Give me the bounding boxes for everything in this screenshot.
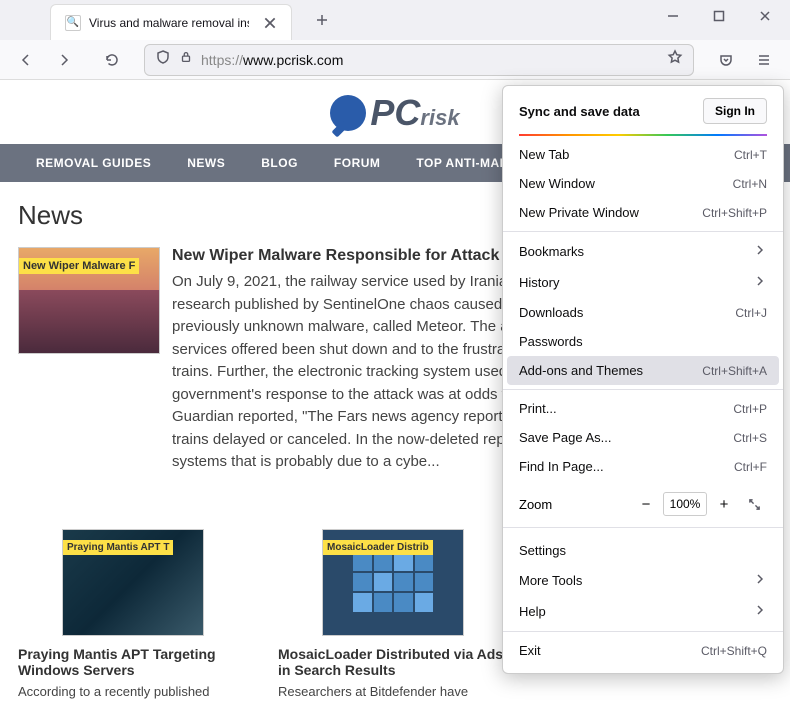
menu-item-shortcut: Ctrl+Shift+P <box>702 206 767 220</box>
menu-item-downloads[interactable]: Downloads Ctrl+J <box>503 298 783 327</box>
toolbar: https://www.pcrisk.com <box>0 40 790 80</box>
browser-tab[interactable]: 🔍 Virus and malware removal inst <box>50 4 292 40</box>
menu-item-shortcut: Ctrl+J <box>735 306 767 320</box>
lock-icon[interactable] <box>179 50 193 69</box>
menu-item-shortcut: Ctrl+Shift+A <box>702 364 767 378</box>
menu-separator <box>503 631 783 632</box>
minimize-button[interactable] <box>650 0 696 32</box>
menu-item-label: Print... <box>519 401 557 416</box>
zoom-out-button[interactable]: − <box>633 491 659 517</box>
close-tab-icon[interactable] <box>263 16 277 30</box>
menu-item-shortcut: Ctrl+Shift+Q <box>701 644 767 658</box>
chevron-right-icon <box>753 603 767 620</box>
logo-icon <box>330 95 366 131</box>
window-controls <box>650 0 790 40</box>
menu-item-new-tab[interactable]: New Tab Ctrl+T <box>503 140 783 169</box>
menu-group: Settings More Tools Help Exit Ctrl+Shift+Q <box>503 532 783 669</box>
menu-group: New Tab Ctrl+T New Window Ctrl+N New Private… <box>503 136 783 485</box>
nav-removal-guides[interactable]: REMOVAL GUIDES <box>18 144 169 182</box>
sync-label: Sync and save data <box>519 104 640 119</box>
menu-item-label: New Private Window <box>519 205 639 220</box>
card-thumbnail[interactable]: Praying Mantis APT T <box>62 529 204 636</box>
forward-button[interactable] <box>48 44 80 76</box>
menu-item-print[interactable]: Print... Ctrl+P <box>503 394 783 423</box>
menu-item-more-tools[interactable]: More Tools <box>503 565 783 596</box>
menu-item-label: Settings <box>519 543 566 558</box>
menu-item-bookmarks[interactable]: Bookmarks <box>503 236 783 267</box>
thumb-overlay-label: Praying Mantis APT T <box>63 540 173 555</box>
menu-separator <box>503 527 783 528</box>
nav-forum[interactable]: FORUM <box>316 144 399 182</box>
nav-blog[interactable]: BLOG <box>243 144 316 182</box>
card-thumbnail[interactable]: MosaicLoader Distrib <box>322 529 464 636</box>
menu-separator <box>503 389 783 390</box>
logo-text: PCrisk <box>370 92 459 134</box>
menu-item-help[interactable]: Help <box>503 596 783 627</box>
menu-item-label: Downloads <box>519 305 583 320</box>
menu-item-label: Passwords <box>519 334 583 349</box>
thumb-overlay-label: MosaicLoader Distrib <box>323 540 433 555</box>
shield-icon[interactable] <box>155 49 171 70</box>
menu-item-shortcut: Ctrl+P <box>733 402 767 416</box>
app-menu-panel: Sync and save data Sign In New Tab Ctrl+T… <box>502 85 784 674</box>
list-item: MosaicLoader Distrib MosaicLoader Distri… <box>278 529 508 699</box>
address-bar[interactable]: https://www.pcrisk.com <box>144 44 694 76</box>
thumb-overlay-label: New Wiper Malware F <box>19 258 139 274</box>
menu-item-label: Add-ons and Themes <box>519 363 643 378</box>
fullscreen-button[interactable] <box>741 491 767 517</box>
menu-sync-header: Sync and save data Sign In <box>503 86 783 134</box>
menu-item-find-in-page[interactable]: Find In Page... Ctrl+F <box>503 452 783 481</box>
reload-button[interactable] <box>96 44 128 76</box>
menu-item-new-private-window[interactable]: New Private Window Ctrl+Shift+P <box>503 198 783 227</box>
signin-button[interactable]: Sign In <box>703 98 767 124</box>
menu-item-settings[interactable]: Settings <box>503 536 783 565</box>
zoom-value: 100% <box>663 492 707 516</box>
back-button[interactable] <box>10 44 42 76</box>
bookmark-star-icon[interactable] <box>667 49 683 70</box>
menu-separator <box>503 231 783 232</box>
url-text: https://www.pcrisk.com <box>201 52 659 68</box>
menu-item-label: Help <box>519 604 546 619</box>
chevron-right-icon <box>753 243 767 260</box>
menu-item-label: Bookmarks <box>519 244 584 259</box>
menu-item-label: History <box>519 275 559 290</box>
menu-item-shortcut: Ctrl+S <box>733 431 767 445</box>
list-item: Praying Mantis APT T Praying Mantis APT … <box>18 529 248 699</box>
menu-item-label: New Tab <box>519 147 569 162</box>
menu-item-label: Find In Page... <box>519 459 604 474</box>
chevron-right-icon <box>753 274 767 291</box>
menu-item-passwords[interactable]: Passwords <box>503 327 783 356</box>
menu-item-exit[interactable]: Exit Ctrl+Shift+Q <box>503 636 783 665</box>
close-window-button[interactable] <box>742 0 788 32</box>
chevron-right-icon <box>753 572 767 589</box>
menu-item-label: New Window <box>519 176 595 191</box>
zoom-in-button[interactable]: + <box>711 491 737 517</box>
menu-item-shortcut: Ctrl+F <box>734 460 767 474</box>
menu-item-history[interactable]: History <box>503 267 783 298</box>
zoom-label: Zoom <box>519 497 552 512</box>
pocket-icon[interactable] <box>710 44 742 76</box>
menu-item-label: Save Page As... <box>519 430 612 445</box>
card-excerpt: According to a recently published <box>18 684 248 699</box>
new-tab-button[interactable] <box>308 6 336 34</box>
menu-item-label: More Tools <box>519 573 582 588</box>
menu-item-shortcut: Ctrl+N <box>733 177 767 191</box>
card-excerpt: Researchers at Bitdefender have <box>278 684 508 699</box>
card-title[interactable]: Praying Mantis APT Targeting Windows Ser… <box>18 646 248 678</box>
menu-item-new-window[interactable]: New Window Ctrl+N <box>503 169 783 198</box>
favicon: 🔍 <box>65 15 81 31</box>
menu-item-shortcut: Ctrl+T <box>734 148 767 162</box>
menu-item-label: Exit <box>519 643 541 658</box>
hamburger-menu-button[interactable] <box>748 44 780 76</box>
site-logo[interactable]: PCrisk <box>330 92 459 134</box>
article-thumbnail[interactable]: New Wiper Malware F <box>18 247 160 354</box>
menu-item-save-page-as[interactable]: Save Page As... Ctrl+S <box>503 423 783 452</box>
menu-zoom-row: Zoom − 100% + <box>503 485 783 523</box>
menu-item-add-ons-and-themes[interactable]: Add-ons and Themes Ctrl+Shift+A <box>507 356 779 385</box>
card-title[interactable]: MosaicLoader Distributed via Ads in Sear… <box>278 646 508 678</box>
maximize-button[interactable] <box>696 0 742 32</box>
tab-title: Virus and malware removal inst <box>89 16 249 30</box>
nav-news[interactable]: NEWS <box>169 144 243 182</box>
